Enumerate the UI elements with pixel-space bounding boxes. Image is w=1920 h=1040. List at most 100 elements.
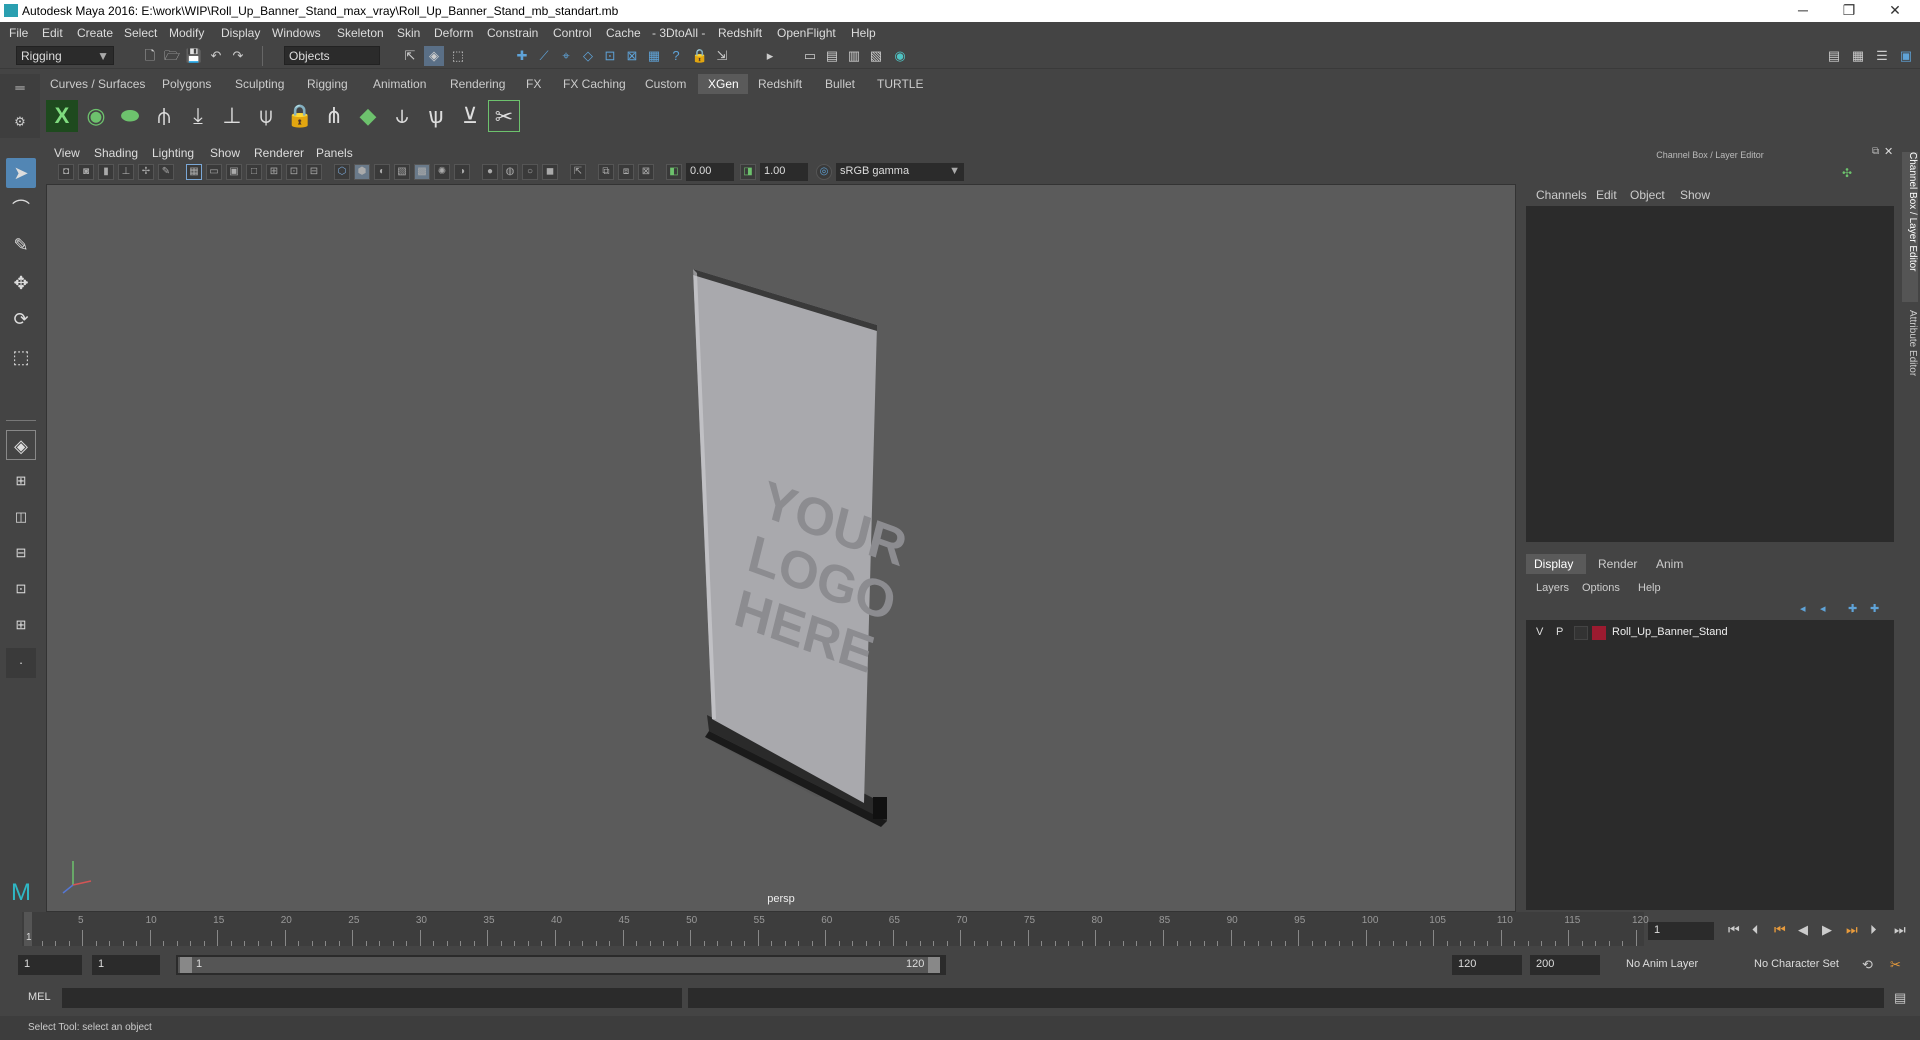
script-editor-icon[interactable]: ▤: [1894, 990, 1906, 1006]
image-plane-icon[interactable]: ⊥: [118, 164, 134, 180]
float-panel-icon[interactable]: ⧉: [1872, 146, 1879, 157]
go-to-end-icon[interactable]: ⏭: [1894, 922, 1906, 938]
camera-attributes-icon[interactable]: ◙: [78, 164, 94, 180]
hypershade-icon[interactable]: ▧: [866, 46, 886, 66]
xgen-sculpt-guides-icon[interactable]: ⍦: [250, 100, 282, 132]
exposure-icon[interactable]: ◧: [666, 164, 682, 180]
snap-grid-icon[interactable]: ✚: [512, 46, 532, 66]
menu-help[interactable]: Help: [851, 26, 876, 40]
attribute-editor-toggle-icon[interactable]: ▦: [1848, 46, 1868, 66]
animation-preferences-icon[interactable]: ✂: [1890, 957, 1901, 973]
play-backwards-icon[interactable]: ◀: [1798, 922, 1808, 938]
viewport-menu-show[interactable]: Show: [210, 146, 240, 160]
persp-hypershade-layout-icon[interactable]: ⊡: [6, 574, 36, 604]
layer-tab-render[interactable]: Render: [1590, 554, 1646, 574]
animation-end-field[interactable]: 200: [1530, 955, 1600, 975]
xgen-grass-icon[interactable]: ѱ: [420, 100, 452, 132]
side-tab-attribute-editor[interactable]: Attribute Editor: [1902, 310, 1918, 410]
step-forward-key-icon[interactable]: ⏭: [1846, 922, 1858, 938]
xgen-guides-to-curves-icon[interactable]: ⋔: [318, 100, 350, 132]
viewport-menu-view[interactable]: View: [54, 146, 80, 160]
xgen-create-description-icon[interactable]: ⬬: [114, 100, 146, 132]
shelf-menu-icon[interactable]: ═: [10, 78, 30, 98]
shelf-settings-icon[interactable]: ⚙: [10, 112, 30, 132]
select-by-object-icon[interactable]: ◈: [424, 46, 444, 66]
custom-layout-icon[interactable]: ·: [6, 648, 36, 678]
layer-tab-anim[interactable]: Anim: [1648, 554, 1698, 574]
range-slider-end-handle[interactable]: [928, 957, 940, 973]
color-management-icon[interactable]: ◎: [816, 164, 832, 180]
move-layer-up-icon[interactable]: ◂: [1800, 602, 1806, 615]
select-by-component-icon[interactable]: ⬚: [448, 46, 468, 66]
selection-mode-dropdown[interactable]: Objects: [284, 46, 380, 65]
playback-end-field[interactable]: 120: [1452, 955, 1522, 975]
anti-aliasing-icon[interactable]: ○: [522, 164, 538, 180]
close-panel-icon[interactable]: ✕: [1884, 145, 1893, 158]
menu-create[interactable]: Create: [77, 26, 113, 40]
single-perspective-layout-icon[interactable]: ◈: [6, 430, 36, 460]
menu-windows[interactable]: Windows: [272, 26, 321, 40]
shelf-tab-curves-surfaces[interactable]: Curves / Surfaces: [40, 74, 156, 94]
modeling-toolkit-icon[interactable]: ▤: [1824, 46, 1844, 66]
menu-modify[interactable]: Modify: [169, 26, 204, 40]
paint-select-tool-icon[interactable]: ✎: [6, 230, 36, 260]
lock-icon[interactable]: 🔒: [690, 46, 710, 66]
menu-deform[interactable]: Deform: [434, 26, 473, 40]
mel-command-input[interactable]: [62, 988, 682, 1008]
snap-point-icon[interactable]: ⌖: [556, 46, 576, 66]
play-forwards-icon[interactable]: ▶: [1822, 922, 1832, 938]
layer-row[interactable]: V P Roll_Up_Banner_Stand: [1526, 624, 1894, 642]
side-tab-channel-box[interactable]: Channel Box / Layer Editor: [1902, 152, 1918, 302]
tool-settings-toggle-icon[interactable]: ☰: [1872, 46, 1892, 66]
field-chart-icon[interactable]: ⊞: [266, 164, 282, 180]
viewport-menu-lighting[interactable]: Lighting: [152, 146, 194, 160]
xgen-edit-guides-icon[interactable]: ⊥: [216, 100, 248, 132]
grid-toggle-icon[interactable]: ▦: [186, 164, 202, 180]
menu-openflight[interactable]: OpenFlight: [777, 26, 836, 40]
scale-tool-icon[interactable]: ⬚: [6, 342, 36, 372]
film-gate-icon[interactable]: ▭: [206, 164, 222, 180]
snap-curve-icon[interactable]: ⟋: [534, 46, 554, 66]
xgen-layers-icon[interactable]: ◆: [352, 100, 384, 132]
close-button[interactable]: ✕: [1872, 0, 1918, 22]
four-view-layout-icon[interactable]: ⊞: [6, 466, 36, 496]
textured-icon[interactable]: ▩: [414, 164, 430, 180]
menu-set-dropdown[interactable]: Rigging ▼: [16, 46, 114, 65]
viewport-menu-panels[interactable]: Panels: [316, 146, 353, 160]
shelf-tab-fx[interactable]: FX: [516, 74, 552, 94]
move-layer-down-icon[interactable]: ◂: [1820, 602, 1826, 615]
xgen-comb-icon[interactable]: ⫝: [386, 100, 418, 132]
range-slider-start-handle[interactable]: [180, 957, 192, 973]
camera-select-icon[interactable]: ◘: [58, 164, 74, 180]
move-tool-icon[interactable]: ✥: [6, 268, 36, 298]
menu-constrain[interactable]: Constrain: [487, 26, 538, 40]
current-frame-field[interactable]: 1: [1648, 922, 1714, 940]
question-icon[interactable]: ?: [666, 46, 686, 66]
persp-outliner-layout-icon[interactable]: ◫: [6, 502, 36, 532]
xray-icon[interactable]: ⧉: [598, 164, 614, 180]
exposure-field[interactable]: 0.00: [686, 163, 734, 181]
xgen-add-guides-icon[interactable]: ⫛: [148, 100, 180, 132]
mel-label[interactable]: MEL: [28, 991, 51, 1003]
menu-file[interactable]: File: [9, 26, 28, 40]
select-by-hierarchy-icon[interactable]: ⇱: [400, 46, 420, 66]
snap-center-icon[interactable]: ▦: [644, 46, 664, 66]
shelf-tab-redshift[interactable]: Redshift: [748, 74, 813, 94]
minimize-button[interactable]: ─: [1780, 0, 1826, 22]
step-back-frame-icon[interactable]: ⏴: [1752, 922, 1759, 938]
persp-textures-layout-icon[interactable]: ⊞: [6, 610, 36, 640]
safe-action-icon[interactable]: ⊡: [286, 164, 302, 180]
auto-key-icon[interactable]: ⟲: [1862, 957, 1873, 973]
shelf-tab-custom[interactable]: Custom: [635, 74, 697, 94]
time-slider[interactable]: 5 10 15 20 25 30 35 40 45 50 55 60 65 70 75 80 85 90 95 100…: [22, 912, 1649, 946]
layer-menu-layers[interactable]: Layers: [1536, 582, 1569, 594]
xray-joints-icon[interactable]: ⧈: [618, 164, 634, 180]
xray-components-icon[interactable]: ⊠: [638, 164, 654, 180]
gamma-field[interactable]: 1.00: [760, 163, 808, 181]
bounding-box-icon[interactable]: ▧: [394, 164, 410, 180]
2d-pan-zoom-icon[interactable]: ✢: [138, 164, 154, 180]
layer-playback-toggle[interactable]: P: [1556, 626, 1563, 638]
grease-pencil-icon[interactable]: ✎: [158, 164, 174, 180]
shelf-tab-animation[interactable]: Animation: [363, 74, 437, 94]
anim-layer-dropdown[interactable]: No Anim Layer: [1620, 955, 1736, 975]
